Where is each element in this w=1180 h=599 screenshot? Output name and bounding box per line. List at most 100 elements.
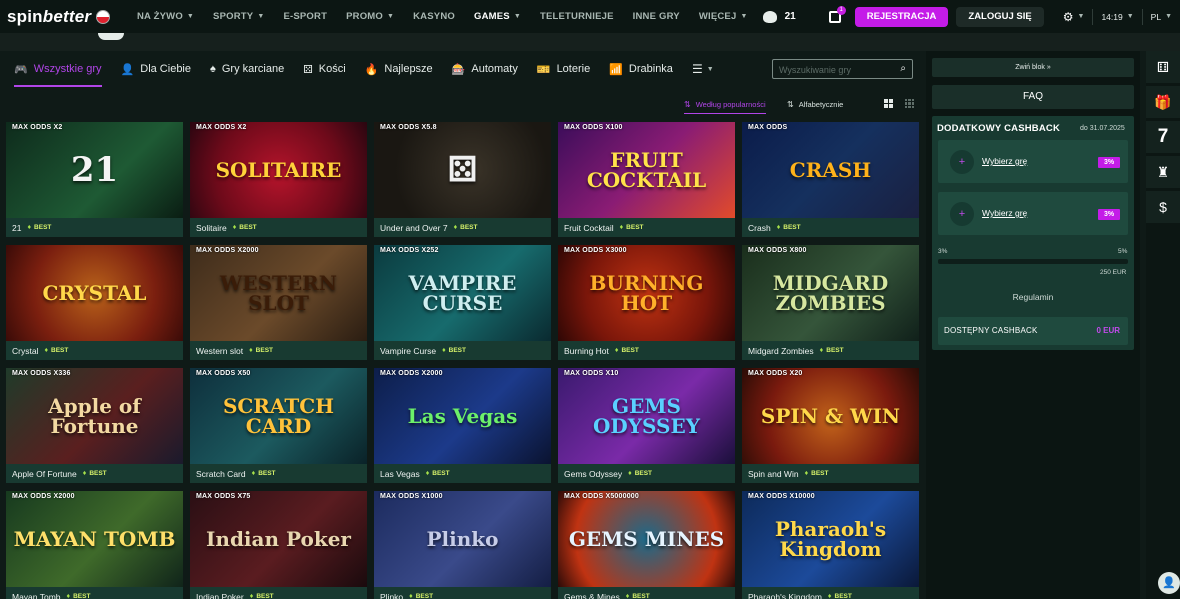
dollar-side-icon[interactable]: $: [1146, 191, 1180, 224]
game-card[interactable]: MAX ODDS X50 SCRATCH CARD Scratch Card ♦ BES…: [190, 368, 367, 483]
game-card[interactable]: MAX ODDS X75 Indian Poker Indian Poker ♦ BES…: [190, 491, 367, 599]
max-odds-label: MAX ODDS X1000: [380, 493, 443, 500]
game-thumbnail[interactable]: MAX ODDS X800 MIDGARD ZOMBIES: [742, 245, 919, 341]
register-button[interactable]: REJESTRACJA: [854, 6, 949, 27]
search-icon[interactable]: ⌕: [900, 63, 906, 74]
tab-dice[interactable]: ⚄ Kości: [303, 51, 345, 87]
plus-icon[interactable]: +: [950, 202, 974, 226]
login-button[interactable]: ZALOGUJ SIĘ: [956, 6, 1044, 27]
game-card[interactable]: MAX ODDS X5.8 ⚄ Under and Over 7 ♦ BEST: [374, 122, 551, 237]
tab-user[interactable]: 👤 Dla Ciebie: [121, 51, 191, 87]
sort-alpha[interactable]: ⇅ Alfabetycznie: [787, 94, 843, 114]
game-card[interactable]: MAX ODDS X2 SOLITAIRE Solitaire ♦ BEST: [190, 122, 367, 237]
game-card[interactable]: MAX ODDS X100 FRUIT COCKTAIL Fruit Cocktai…: [558, 122, 735, 237]
game-thumbnail[interactable]: MAX ODDS X336 Apple of Fortune: [6, 368, 183, 464]
game-card[interactable]: MAX ODDS X800 MIDGARD ZOMBIES Midgard Zomb…: [742, 245, 919, 360]
progress-min-label: 3%: [938, 248, 948, 255]
logo[interactable]: spinbetter: [7, 7, 125, 27]
search-box[interactable]: ⌕: [772, 59, 913, 79]
game-card[interactable]: MAX ODDS X3000 BURNING HOT Burning Hot ♦ BES…: [558, 245, 735, 360]
faq-button[interactable]: FAQ: [932, 85, 1134, 109]
nav-item-na-żywo[interactable]: NA ŻYWO ▼: [137, 11, 194, 22]
chat-support-icon[interactable]: 👤: [1158, 572, 1180, 594]
nav-item-kasyno[interactable]: KASYNO: [413, 11, 455, 22]
game-thumbnail[interactable]: MAX ODDS CRASH: [742, 122, 919, 218]
game-card[interactable]: MAX ODDS X2000 MAYAN TOMB Mayan Tomb ♦ BEST: [6, 491, 183, 599]
regulamin-link[interactable]: Regulamin: [932, 292, 1134, 302]
game-name: Vampire Curse: [380, 345, 437, 356]
fire-icon: ♦: [44, 347, 49, 354]
tab-spade[interactable]: ♠ Gry karciane: [210, 51, 284, 87]
tab-slot[interactable]: 🎰 Automaty: [452, 51, 518, 87]
cashback-slot[interactable]: + Wybierz grę 3%: [938, 140, 1128, 183]
game-thumbnail[interactable]: MAX ODDS X2000 Las Vegas: [374, 368, 551, 464]
game-card[interactable]: MAX ODDS X5000000 GEMS MINES Gems & Mines ♦…: [558, 491, 735, 599]
game-card[interactable]: MAX ODDS X336 Apple of Fortune Apple Of Fo…: [6, 368, 183, 483]
choose-game-link[interactable]: Wybierz grę: [982, 208, 1027, 218]
game-thumbnail[interactable]: MAX ODDS X2000 MAYAN TOMB: [6, 491, 183, 587]
nav-item-e-sport[interactable]: E-SPORT: [283, 11, 327, 22]
game-thumbnail[interactable]: MAX ODDS X10 GEMS ODYSSEY: [558, 368, 735, 464]
gift-icon[interactable]: 1: [828, 5, 846, 23]
game-thumbnail[interactable]: MAX ODDS X252 VAMPIRE CURSE: [374, 245, 551, 341]
cashback-slot[interactable]: + Wybierz grę 3%: [938, 192, 1128, 235]
game-thumbnail[interactable]: MAX ODDS X100 FRUIT COCKTAIL: [558, 122, 735, 218]
tab-chart[interactable]: 📶 Drabinka: [609, 51, 673, 87]
game-thumbnail[interactable]: MAX ODDS X5000000 GEMS MINES: [558, 491, 735, 587]
nav-item-więcej[interactable]: WIĘCEJ ▼: [699, 11, 748, 22]
tab-gamepad[interactable]: 🎮 Wszystkie gry: [14, 51, 102, 87]
settings-menu[interactable]: ⚙ ▼: [1055, 10, 1093, 24]
gift-side-icon[interactable]: 🎁: [1146, 86, 1180, 119]
game-thumbnail[interactable]: MAX ODDS X1000 Plinko: [374, 491, 551, 587]
more-categories-menu[interactable]: ☰ ▼: [692, 62, 714, 76]
game-thumbnail[interactable]: MAX ODDS X75 Indian Poker: [190, 491, 367, 587]
trophy-side-icon[interactable]: ♜: [1146, 156, 1180, 189]
best-badge: ♦ BEST: [628, 470, 652, 477]
game-card[interactable]: MAX ODDS X2 21 21 ♦ BEST: [6, 122, 183, 237]
game-card[interactable]: MAX ODDS X2000 WESTERN SLOT Western slot ♦ B…: [190, 245, 367, 360]
game-thumbnail[interactable]: CRYSTAL: [6, 245, 183, 341]
game-thumbnail[interactable]: MAX ODDS X20 SPIN & WIN: [742, 368, 919, 464]
game-thumbnail[interactable]: MAX ODDS X2000 WESTERN SLOT: [190, 245, 367, 341]
game-card[interactable]: MAX ODDS X20 SPIN & WIN Spin and Win ♦ BEST: [742, 368, 919, 483]
game-card[interactable]: MAX ODDS X10000 Pharaoh's Kingdom Pharaoh'…: [742, 491, 919, 599]
plus-icon[interactable]: +: [950, 150, 974, 174]
grid-small-icon[interactable]: [905, 99, 914, 108]
game-thumbnail[interactable]: MAX ODDS X5.8 ⚄: [374, 122, 551, 218]
game-card[interactable]: MAX ODDS CRASH Crash ♦ BEST: [742, 122, 919, 237]
game-card[interactable]: CRYSTAL Crystal ♦ BEST: [6, 245, 183, 360]
sort-alpha-option[interactable]: ⇅ Alfabetycznie: [787, 94, 843, 114]
best-badge: ♦ BEST: [620, 224, 644, 231]
game-name: Under and Over 7: [380, 222, 448, 233]
nav-item-promo[interactable]: PROMO ▼: [346, 11, 394, 22]
grid-large-icon[interactable]: [884, 99, 893, 108]
nav-item-inne-gry[interactable]: INNE GRY: [633, 11, 680, 22]
nav-item-teleturnieje[interactable]: TELETURNIEJE: [540, 11, 614, 22]
top-bar: spinbetter NA ŻYWO ▼ SPORTY ▼ E-SPORT PROMO ▼ K…: [0, 0, 1180, 33]
collapse-block-button[interactable]: Zwiń blok »: [932, 58, 1134, 77]
game-thumbnail[interactable]: MAX ODDS X2 21: [6, 122, 183, 218]
sort-popular-option[interactable]: ⇅ Według popularności: [684, 94, 766, 114]
nav-item-games[interactable]: GAMES ▼: [474, 11, 521, 22]
game-logo-art: 21: [70, 150, 119, 190]
game-card[interactable]: MAX ODDS X1000 Plinko Plinko ♦ BEST: [374, 491, 551, 599]
game-card[interactable]: MAX ODDS X2000 Las Vegas Las Vegas ♦ BEST: [374, 368, 551, 483]
choose-game-link[interactable]: Wybierz grę: [982, 156, 1027, 166]
tab-fire[interactable]: 🔥 Najlepsze: [365, 51, 433, 87]
search-input[interactable]: [773, 61, 891, 79]
time-menu[interactable]: 14:19 ▼: [1093, 12, 1141, 22]
game-card[interactable]: MAX ODDS X10 GEMS ODYSSEY Gems Odyssey ♦ BES…: [558, 368, 735, 483]
game-thumbnail[interactable]: MAX ODDS X50 SCRATCH CARD: [190, 368, 367, 464]
language-menu[interactable]: PL ▼: [1143, 12, 1180, 22]
tab-ticket[interactable]: 🎫 Loterie: [537, 51, 590, 87]
game-thumbnail[interactable]: MAX ODDS X10000 Pharaoh's Kingdom: [742, 491, 919, 587]
sort-popular[interactable]: ⇅ Według popularności: [684, 94, 766, 114]
game-thumbnail[interactable]: MAX ODDS X3000 BURNING HOT: [558, 245, 735, 341]
game-thumbnail[interactable]: MAX ODDS X2 SOLITAIRE: [190, 122, 367, 218]
game-logo-art: MAYAN TOMB: [13, 527, 176, 551]
game-card[interactable]: MAX ODDS X252 VAMPIRE CURSE Vampire Curse ♦…: [374, 245, 551, 360]
seven-side-icon[interactable]: 7: [1146, 121, 1180, 154]
nav-item-sporty[interactable]: SPORTY ▼: [213, 11, 264, 22]
dice-side-icon[interactable]: ⚅: [1146, 51, 1180, 84]
best-label: BEST: [626, 224, 644, 231]
